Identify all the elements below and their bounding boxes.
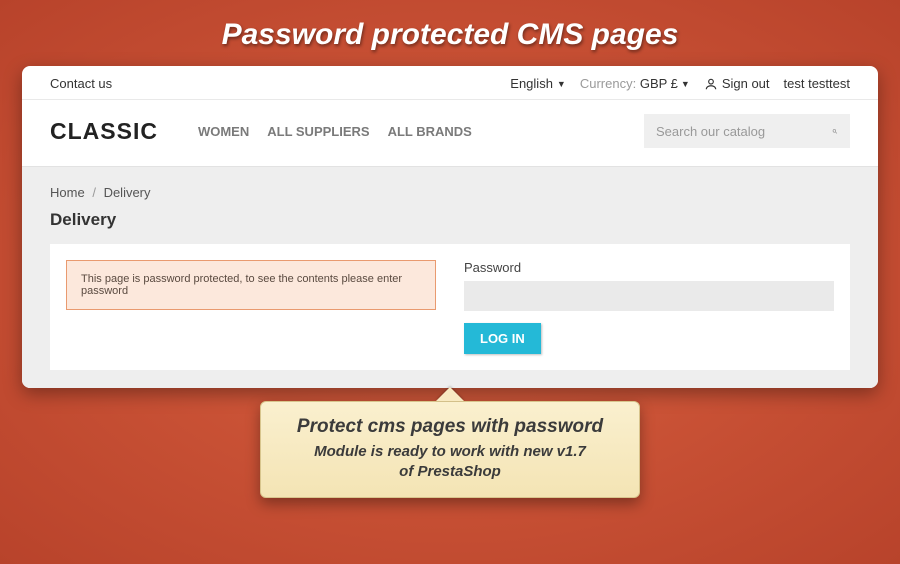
nav-all-suppliers[interactable]: ALL SUPPLIERS xyxy=(267,124,369,139)
login-form: Password LOG IN xyxy=(464,260,834,354)
password-input[interactable] xyxy=(464,281,834,311)
header-row: CLASSIC WOMEN ALL SUPPLIERS ALL BRANDS xyxy=(22,100,878,166)
language-label: English xyxy=(510,76,553,91)
callout-line2: of PrestaShop xyxy=(399,463,501,480)
content-area: Home / Delivery Delivery This page is pa… xyxy=(22,166,878,388)
breadcrumb-current: Delivery xyxy=(104,185,151,200)
search-box[interactable] xyxy=(644,114,850,148)
user-icon xyxy=(704,77,718,91)
hero-title: Password protected CMS pages xyxy=(0,0,900,66)
signout-link[interactable]: Sign out xyxy=(704,76,770,91)
page-title: Delivery xyxy=(50,210,850,230)
search-input[interactable] xyxy=(656,124,832,139)
callout-pointer-wrap xyxy=(0,387,900,401)
username-link[interactable]: test testtest xyxy=(784,76,850,91)
currency-value: GBP £ xyxy=(640,76,678,91)
callout-line1: Module is ready to work with new v1.7 xyxy=(314,443,586,460)
site-logo[interactable]: CLASSIC xyxy=(50,118,158,145)
promo-callout: Protect cms pages with password Module i… xyxy=(260,401,640,498)
currency-label: Currency: xyxy=(580,76,636,91)
callout-pointer xyxy=(436,387,464,401)
currency-selector[interactable]: Currency: GBP £ ▼ xyxy=(580,76,690,91)
top-bar: Contact us English ▼ Currency: GBP £ ▼ S… xyxy=(22,66,878,100)
nav-women[interactable]: WOMEN xyxy=(198,124,249,139)
app-window: Contact us English ▼ Currency: GBP £ ▼ S… xyxy=(22,66,878,388)
contact-link[interactable]: Contact us xyxy=(50,76,112,91)
main-nav: WOMEN ALL SUPPLIERS ALL BRANDS xyxy=(198,124,472,139)
language-selector[interactable]: English ▼ xyxy=(510,76,566,91)
breadcrumb: Home / Delivery xyxy=(50,181,850,210)
search-icon[interactable] xyxy=(832,124,838,139)
password-label: Password xyxy=(464,260,834,275)
nav-all-brands[interactable]: ALL BRANDS xyxy=(388,124,472,139)
callout-title: Protect cms pages with password xyxy=(279,416,621,438)
breadcrumb-separator: / xyxy=(92,185,96,200)
password-alert: This page is password protected, to see … xyxy=(66,260,436,310)
login-button[interactable]: LOG IN xyxy=(464,323,541,354)
chevron-down-icon: ▼ xyxy=(557,79,566,89)
signout-label: Sign out xyxy=(722,76,770,91)
chevron-down-icon: ▼ xyxy=(681,79,690,89)
breadcrumb-home[interactable]: Home xyxy=(50,185,85,200)
content-panel: This page is password protected, to see … xyxy=(50,244,850,370)
